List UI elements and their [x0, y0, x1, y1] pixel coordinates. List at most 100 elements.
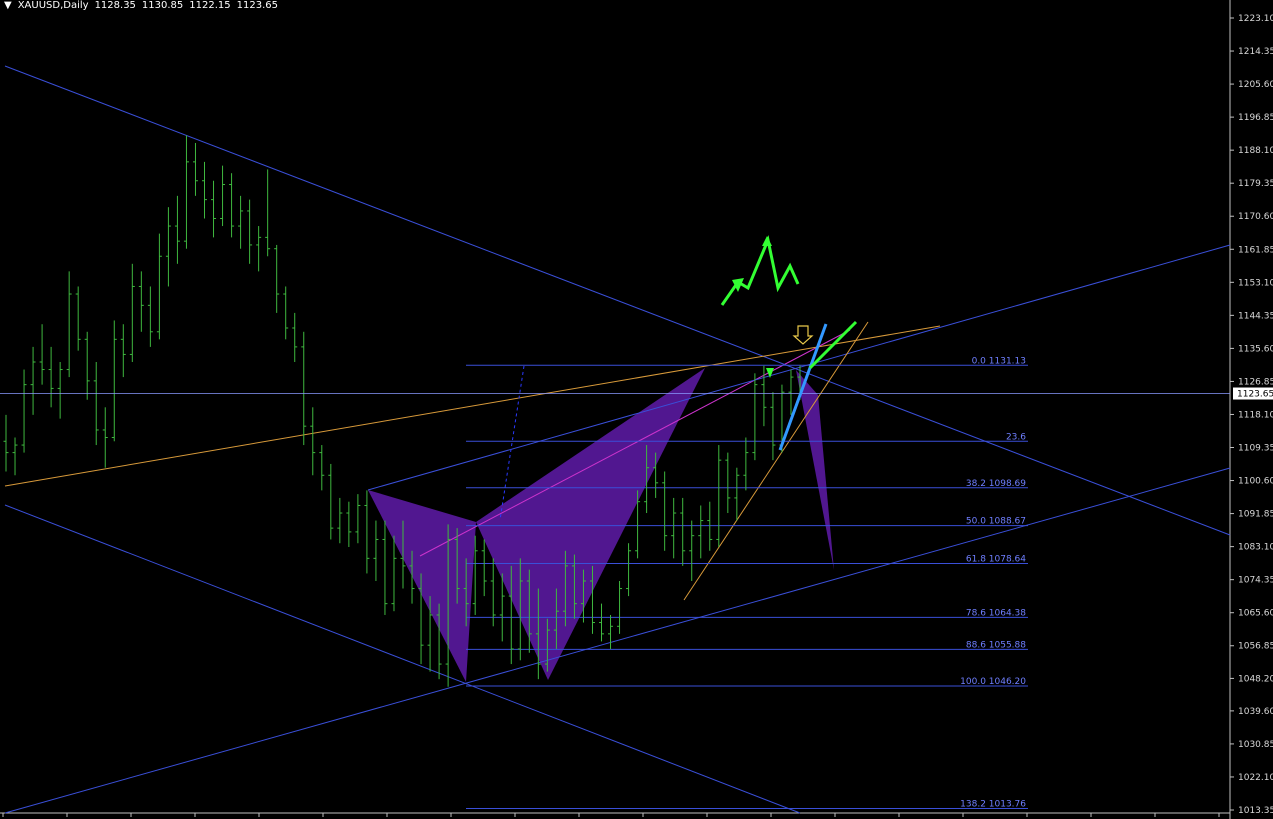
- pattern-projection: [796, 370, 834, 570]
- y-tick-label: 1022.10: [1238, 773, 1273, 783]
- green-zigzag-arrow: [720, 234, 800, 306]
- y-tick-label: 1126.85: [1238, 377, 1273, 387]
- ohlc-bar: [481, 539, 487, 597]
- ohlc-bar: [716, 445, 722, 548]
- ohlc-bar: [689, 520, 695, 581]
- ohlc-bar: [21, 369, 27, 453]
- y-tick-label: 1056.85: [1238, 642, 1273, 652]
- current-price-badge: 1123.65: [1233, 387, 1273, 400]
- ohlc-bar: [247, 199, 253, 264]
- ohlc-bar: [174, 195, 180, 264]
- y-tick-label: 1091.85: [1238, 510, 1273, 520]
- ohlc-bar: [328, 463, 334, 540]
- ohlc-bar: [30, 346, 36, 415]
- ohlc-bar: [138, 271, 144, 332]
- arrowhead-icon: [762, 236, 772, 246]
- y-tick-label: 1144.35: [1238, 311, 1273, 321]
- y-tick-label: 1109.35: [1238, 444, 1273, 454]
- ohlc-bar: [373, 520, 379, 581]
- ohlc-bar: [183, 135, 189, 249]
- y-tick-label: 1205.60: [1238, 80, 1273, 90]
- ohlc-bar: [211, 180, 217, 238]
- y-tick-label: 1196.85: [1238, 113, 1273, 123]
- ohlc-bar: [662, 471, 668, 551]
- ohlc-bar: [220, 165, 226, 227]
- y-tick-label: 1030.85: [1238, 740, 1273, 750]
- ohlc-bar: [202, 161, 207, 219]
- y-tick-label: 1048.20: [1238, 674, 1273, 684]
- price-chart[interactable]: 0.0 1131.13 23.6 38.2 1098.69 50.0 1088.67 6…: [0, 0, 1273, 819]
- y-tick-label: 1214.35: [1238, 47, 1273, 57]
- ohlc-bar: [147, 286, 153, 347]
- ohlc-bar: [120, 324, 126, 378]
- ohlc-bar: [48, 346, 54, 408]
- ohlc-bar: [599, 603, 604, 642]
- y-tick-label: 1013.35: [1238, 806, 1273, 816]
- fib-level-label: 88.6 1055.88: [966, 640, 1026, 650]
- y-tick-label: 1188.10: [1238, 146, 1273, 156]
- y-tick-label: 1039.60: [1238, 707, 1273, 717]
- rising-channel-line: [367, 244, 1231, 491]
- fib-level-label: 61.8 1078.64: [966, 554, 1026, 564]
- ohlc-bar: [39, 324, 45, 385]
- ohlc-bar: [283, 286, 289, 340]
- ohlc-bar: [626, 543, 632, 597]
- ohlc-bar: [3, 414, 9, 472]
- ohlc-bar: [725, 452, 731, 514]
- ohlc-bar: [156, 233, 162, 340]
- ohlc-bar: [617, 580, 623, 634]
- y-tick-label: 1179.35: [1238, 179, 1273, 189]
- ohlc-bar: [608, 614, 614, 649]
- fib-level-label: 50.0 1088.67: [966, 517, 1026, 527]
- ohlc-bar: [337, 497, 343, 544]
- orange-channel-line: [683, 321, 869, 601]
- ohlc-bar: [111, 320, 117, 442]
- price-axis: 1223.10 1214.35 1205.60 1196.85 1188.10 1179.…: [1230, 14, 1273, 816]
- ohlc-bar: [12, 437, 18, 476]
- ohlc-bar: [734, 467, 740, 521]
- ohlc-bar: [319, 445, 325, 491]
- y-tick-label: 1135.60: [1238, 344, 1273, 354]
- down-arrow-icon: [792, 325, 814, 345]
- ohlc-bar: [57, 361, 63, 419]
- fib-level-label: 38.2 1098.69: [966, 479, 1026, 489]
- ohlc-bar: [346, 501, 352, 548]
- ohlc-bar: [93, 361, 99, 446]
- y-tick-label: 1083.10: [1238, 543, 1273, 553]
- ohlc-bar: [698, 505, 704, 559]
- y-tick-label: 1065.60: [1238, 609, 1273, 619]
- ohlc-bar: [770, 392, 776, 461]
- fib-level-label: 23.6: [1006, 432, 1026, 442]
- ohlc-bar: [788, 369, 794, 415]
- fib-level-label: 0.0 1131.13: [972, 356, 1026, 366]
- current-price-label: 1123.65: [1237, 390, 1273, 400]
- y-tick-label: 1153.10: [1238, 278, 1273, 288]
- ohlc-bar: [499, 573, 505, 642]
- pattern-triangle-xab: [368, 490, 476, 682]
- pattern-triangle-abc: [476, 368, 705, 680]
- ohlc-bar: [310, 407, 316, 476]
- ohlc-bar: [229, 173, 235, 238]
- ohlc-bar: [743, 437, 749, 491]
- ohlc-bar: [490, 558, 496, 627]
- ohlc-bar: [238, 195, 244, 249]
- ohlc-bar: [382, 520, 388, 615]
- ohlc-bar: [364, 490, 370, 574]
- ohlc-bar: [274, 244, 280, 313]
- y-tick-label: 1223.10: [1238, 14, 1273, 24]
- ohlc-bar: [752, 373, 758, 461]
- fib-level-label: 138.2 1013.76: [960, 799, 1026, 809]
- ohlc-bar: [301, 331, 307, 446]
- ohlc-bar: [102, 407, 108, 468]
- y-tick-label: 1100.60: [1238, 477, 1273, 487]
- fib-level-label: 100.0 1046.20: [960, 677, 1026, 687]
- y-tick-label: 1074.35: [1238, 576, 1273, 586]
- pattern-line: [419, 329, 851, 557]
- ohlc-bar: [129, 263, 135, 362]
- y-tick-label: 1170.60: [1238, 212, 1273, 222]
- ohlc-bar: [84, 331, 90, 400]
- ohlc-bar: [292, 312, 298, 362]
- projection-arrows[interactable]: [720, 234, 858, 451]
- ohlc-bar: [671, 497, 677, 559]
- ohlc-bar: [192, 142, 198, 196]
